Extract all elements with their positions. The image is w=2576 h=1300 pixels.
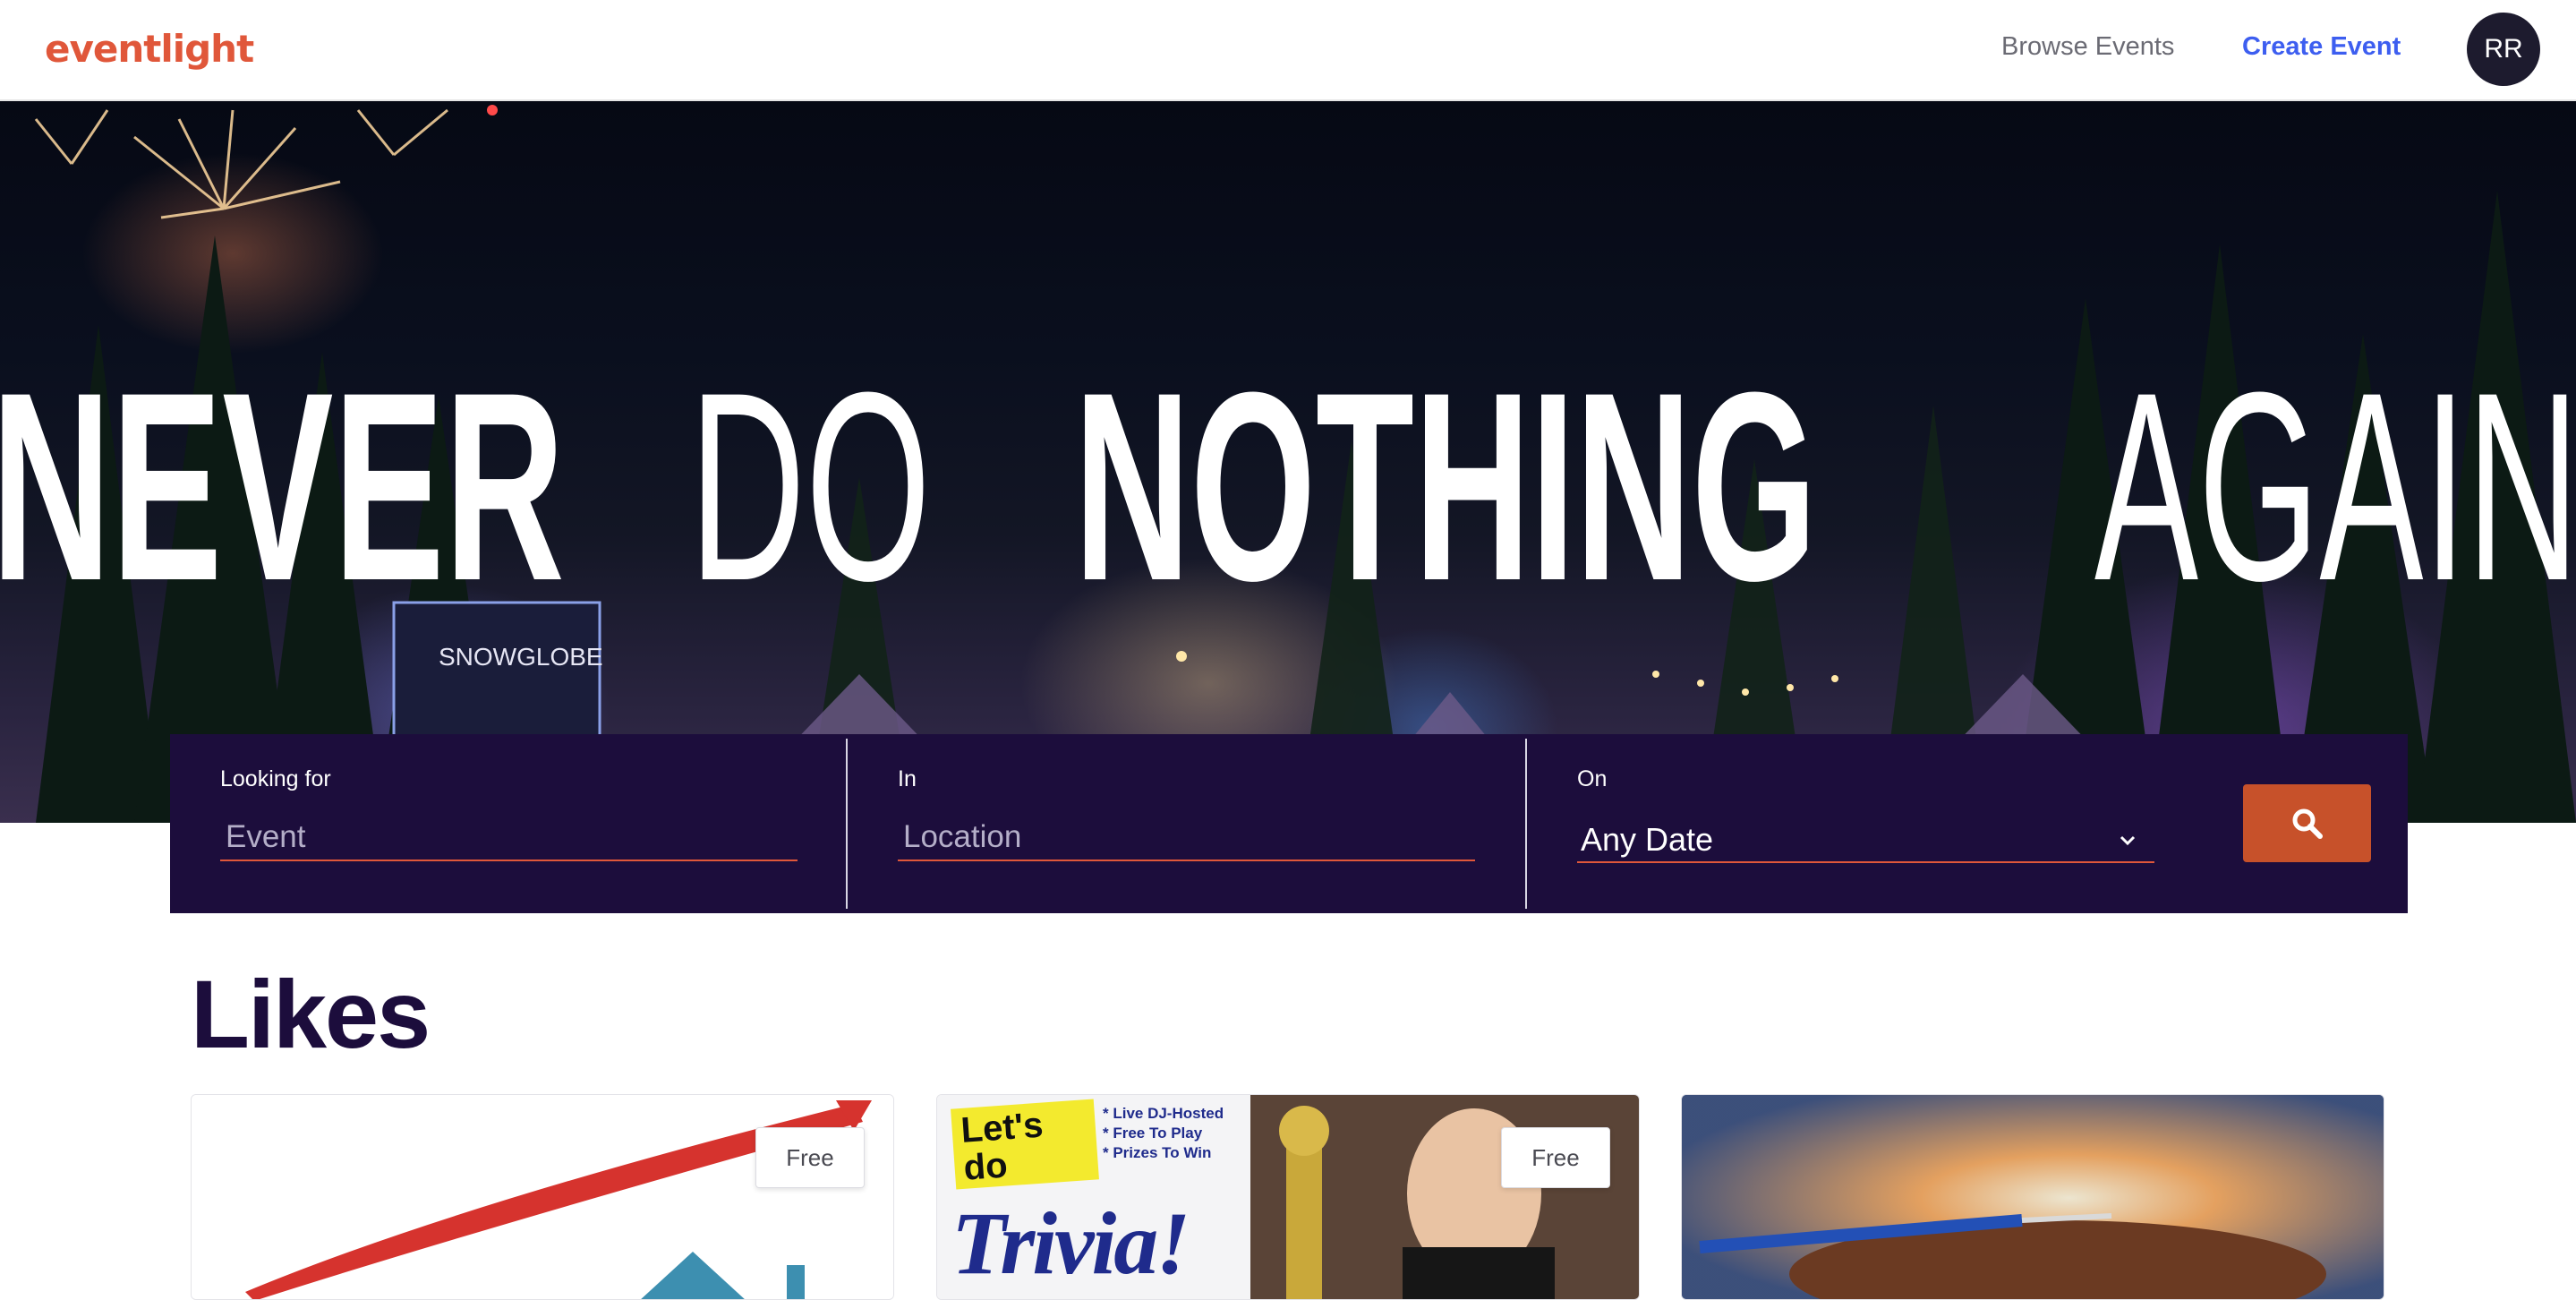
search-button[interactable] — [2243, 784, 2371, 862]
looking-for-label: Looking for — [220, 766, 331, 791]
create-event-link[interactable]: Create Event — [2242, 32, 2401, 62]
headline-word: NEVER — [0, 336, 565, 637]
brand-logo[interactable]: eventlight — [45, 27, 254, 71]
date-label: On — [1577, 766, 1608, 791]
hero-banner: SNOWGLOBE NEVER DO NOTHING AGAIN — [0, 101, 2576, 823]
event-card[interactable] — [1681, 1094, 2384, 1300]
top-navbar: eventlight Browse Events Create Event RR — [0, 0, 2576, 101]
location-label: In — [898, 766, 917, 791]
trivia-bullet: * Prizes To Win — [1103, 1144, 1212, 1161]
price-badge: Free — [1501, 1127, 1610, 1188]
location-field: In — [848, 734, 1525, 913]
event-search-bar: Looking for In On Any Date — [170, 734, 2408, 913]
date-select-value: Any Date — [1581, 821, 1714, 858]
event-card[interactable]: Let's do * Live DJ-Hosted * Free To Play… — [936, 1094, 1640, 1300]
chevron-down-icon — [2120, 835, 2136, 846]
headline-word: AGAIN — [2094, 336, 2576, 637]
location-input[interactable] — [898, 815, 1475, 861]
headline-word: NOTHING — [1074, 336, 1817, 637]
price-badge: Free — [755, 1127, 865, 1188]
user-avatar[interactable]: RR — [2467, 13, 2540, 86]
date-select[interactable]: Any Date — [1577, 817, 2154, 863]
event-card-image — [1682, 1095, 2384, 1299]
trivia-poster-bullets: * Live DJ-Hosted * Free To Play * Prizes… — [1103, 1104, 1224, 1163]
search-icon — [2292, 808, 2323, 839]
hero-headline: NEVER DO NOTHING AGAIN — [0, 325, 2576, 647]
event-search-input[interactable] — [220, 815, 798, 861]
headline-word: DO — [689, 336, 931, 637]
date-field: On Any Date — [1527, 734, 2180, 913]
event-card[interactable]: Free — [191, 1094, 894, 1300]
trivia-bullet: * Live DJ-Hosted — [1103, 1105, 1224, 1122]
browse-events-link[interactable]: Browse Events — [2001, 32, 2174, 62]
event-card-image — [192, 1095, 893, 1299]
trivia-bullet: * Free To Play — [1103, 1125, 1203, 1142]
looking-for-field: Looking for — [170, 734, 846, 913]
trivia-poster-title: Let's do — [951, 1099, 1099, 1190]
trivia-poster-word: Trivia! — [951, 1193, 1190, 1293]
likes-heading: Likes — [191, 960, 431, 1068]
